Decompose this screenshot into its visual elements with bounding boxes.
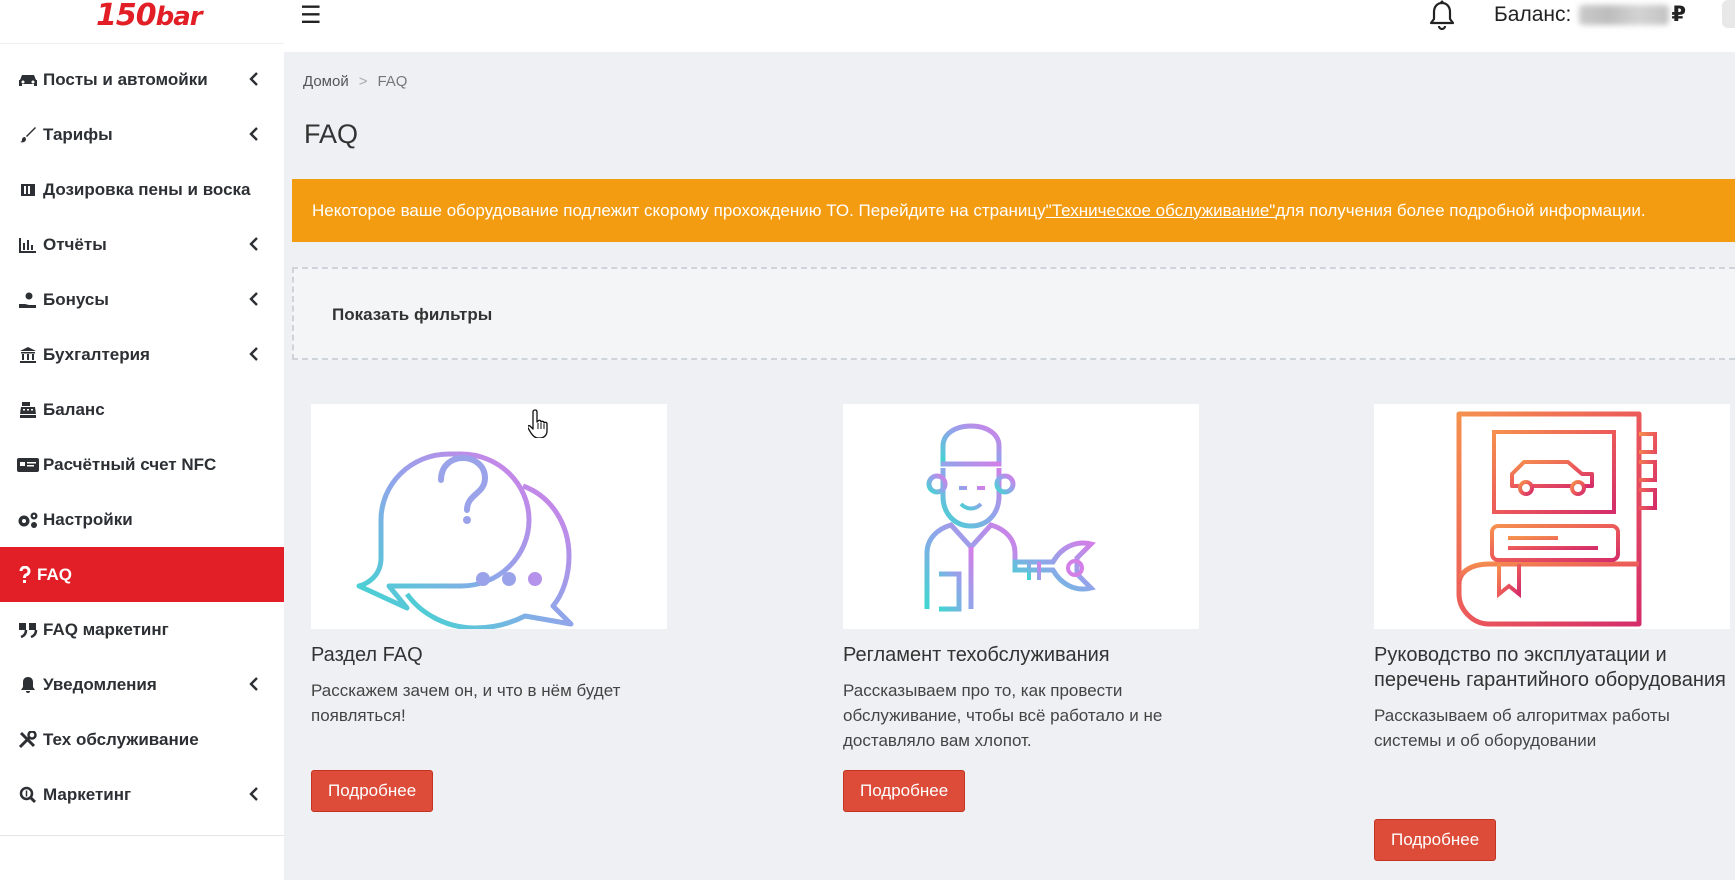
hand-coin-icon [17, 291, 39, 309]
search-dollar-icon [17, 786, 39, 804]
card-more-button[interactable]: Подробнее [1374, 819, 1497, 861]
balance-display: Баланс: ₽ [1494, 2, 1686, 27]
bell-icon [17, 676, 39, 694]
menu-toggle-icon[interactable]: ☰ [300, 1, 322, 30]
currency-sign: ₽ [1671, 3, 1686, 26]
breadcrumb-separator: > [358, 73, 368, 90]
chevron-left-icon [249, 237, 258, 251]
card-description: Рассказываем про то, как провести обслуж… [843, 681, 1163, 750]
tools-icon [17, 730, 39, 749]
hand-pointer-cursor-icon [527, 408, 550, 443]
chevron-left-icon [249, 127, 258, 141]
chevron-left-icon [249, 347, 258, 361]
sidebar-item-label: Посты и автомойки [43, 69, 208, 89]
card-more-button[interactable]: Подробнее [311, 770, 434, 812]
bar-chart-icon [17, 236, 39, 254]
show-filters-toggle[interactable]: Показать фильтры [332, 305, 492, 325]
bank-icon [17, 346, 39, 364]
card-more-button[interactable]: Подробнее [843, 770, 966, 812]
card-description: Рассказываем об алгоритмах работы систем… [1374, 706, 1670, 750]
chevron-left-icon [249, 292, 258, 306]
car-icon [17, 71, 39, 89]
sidebar-item-label: Расчётный счет NFC [43, 454, 217, 474]
dosing-icon [17, 181, 39, 199]
sidebar-item-tariffs[interactable]: Тарифы [0, 107, 284, 162]
alert-text-after: для получения более подробной информации… [1275, 200, 1646, 220]
notifications-bell-icon[interactable] [1427, 0, 1457, 32]
sidebar-item-faq-marketing[interactable]: FAQ маркетинг [0, 602, 284, 657]
sidebar-item-faq[interactable]: FAQ [0, 547, 284, 602]
sidebar-item-label: Отчёты [43, 234, 107, 254]
balance-amount-hidden [1579, 4, 1670, 25]
sidebar-item-balance[interactable]: Баланс [0, 382, 284, 437]
sidebar-item-posts[interactable]: Посты и автомойки [0, 52, 284, 107]
chevron-left-icon [249, 677, 258, 691]
breadcrumb-home-link[interactable]: Домой [303, 73, 349, 90]
faq-chat-icon [311, 404, 667, 629]
breadcrumb-current: FAQ [377, 73, 408, 90]
sidebar-item-notifications[interactable]: Уведомления [0, 657, 284, 712]
sidebar-item-reports[interactable]: Отчёты [0, 217, 284, 272]
chevron-left-icon [249, 787, 258, 801]
sidebar-item-marketing[interactable]: Маркетинг [0, 767, 284, 822]
sidebar-item-label: Уведомления [43, 674, 157, 694]
sidebar-item-accounting[interactable]: Бухгалтерия [0, 327, 284, 382]
card-title: Руководство по эксплуатации и перечень г… [1374, 644, 1726, 691]
page-title: FAQ [304, 119, 359, 149]
sidebar-item-label: Баланс [43, 399, 105, 419]
cash-register-icon [17, 401, 39, 419]
gears-icon [17, 511, 39, 529]
card-description: Расскажем зачем он, и что в нём будет по… [311, 681, 621, 725]
sidebar-item-label: FAQ маркетинг [43, 619, 169, 639]
breadcrumb: Домой > FAQ [303, 73, 407, 90]
quote-icon [17, 621, 39, 639]
sidebar-item-label: FAQ [37, 564, 72, 584]
balance-label: Баланс: [1494, 2, 1572, 26]
manual-card: Руководство по эксплуатации и перечень г… [1374, 404, 1735, 861]
maintenance-warning-alert: Некоторое ваше оборудование подлежит ско… [292, 179, 1735, 242]
sidebar-item-maintenance[interactable]: Тех обслуживание [0, 712, 284, 767]
sidebar-item-label: Тех обслуживание [43, 729, 199, 749]
maintenance-page-link[interactable]: "Техническое обслуживание" [1046, 201, 1276, 221]
sidebar-item-label: Маркетинг [43, 784, 132, 804]
sidebar-item-label: Дозировка пены и воска [43, 179, 251, 199]
faq-card: Раздел FAQ Расскажем зачем он, и что в н… [311, 404, 691, 812]
sidebar-item-dosing[interactable]: Дозировка пены и воска [0, 162, 284, 217]
sidebar-footer [0, 835, 284, 880]
brush-icon [17, 126, 39, 144]
sidebar-item-bonuses[interactable]: Бонусы [0, 272, 284, 327]
brand-logo[interactable]: 150bar [96, 0, 203, 33]
chevron-left-icon [249, 72, 258, 86]
user-avatar[interactable] [1722, 0, 1735, 28]
sidebar-item-label: Бонусы [43, 289, 109, 309]
card-title: Регламент техобслуживания [843, 644, 1110, 666]
sidebar-item-label: Бухгалтерия [43, 344, 150, 364]
card-icon [17, 456, 39, 474]
sidebar-item-nfc[interactable]: Расчётный счет NFC [0, 437, 284, 492]
mechanic-icon [843, 404, 1199, 629]
sidebar-item-label: Настройки [43, 509, 133, 529]
card-title: Раздел FAQ [311, 644, 423, 666]
filters-panel: Показать фильтры [292, 267, 1735, 360]
question-icon [17, 565, 33, 584]
sidebar-item-settings[interactable]: Настройки [0, 492, 284, 547]
maintenance-card: Регламент техобслуживания Рассказываем п… [843, 404, 1223, 812]
sidebar-item-label: Тарифы [43, 124, 113, 144]
manual-book-icon [1374, 404, 1730, 629]
alert-text-before: Некоторое ваше оборудование подлежит ско… [312, 200, 1046, 220]
